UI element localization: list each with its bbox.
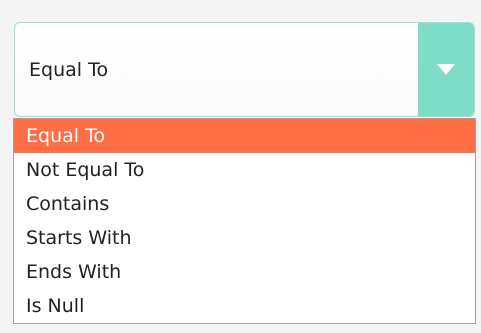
filter-operator-widget: Equal To Equal To Not Equal To Contains … bbox=[0, 0, 481, 333]
operator-options-list: Equal To Not Equal To Contains Starts Wi… bbox=[13, 118, 476, 324]
option-not-equal-to[interactable]: Not Equal To bbox=[14, 153, 475, 187]
triangle-down-icon bbox=[437, 64, 455, 75]
option-equal-to[interactable]: Equal To bbox=[14, 119, 475, 153]
option-contains[interactable]: Contains bbox=[14, 187, 475, 221]
dropdown-toggle-button[interactable] bbox=[418, 23, 474, 116]
operator-select-value: Equal To bbox=[29, 58, 109, 81]
option-starts-with[interactable]: Starts With bbox=[14, 221, 475, 255]
operator-select[interactable]: Equal To bbox=[14, 22, 475, 117]
option-ends-with[interactable]: Ends With bbox=[14, 255, 475, 289]
option-is-null[interactable]: Is Null bbox=[14, 289, 475, 323]
